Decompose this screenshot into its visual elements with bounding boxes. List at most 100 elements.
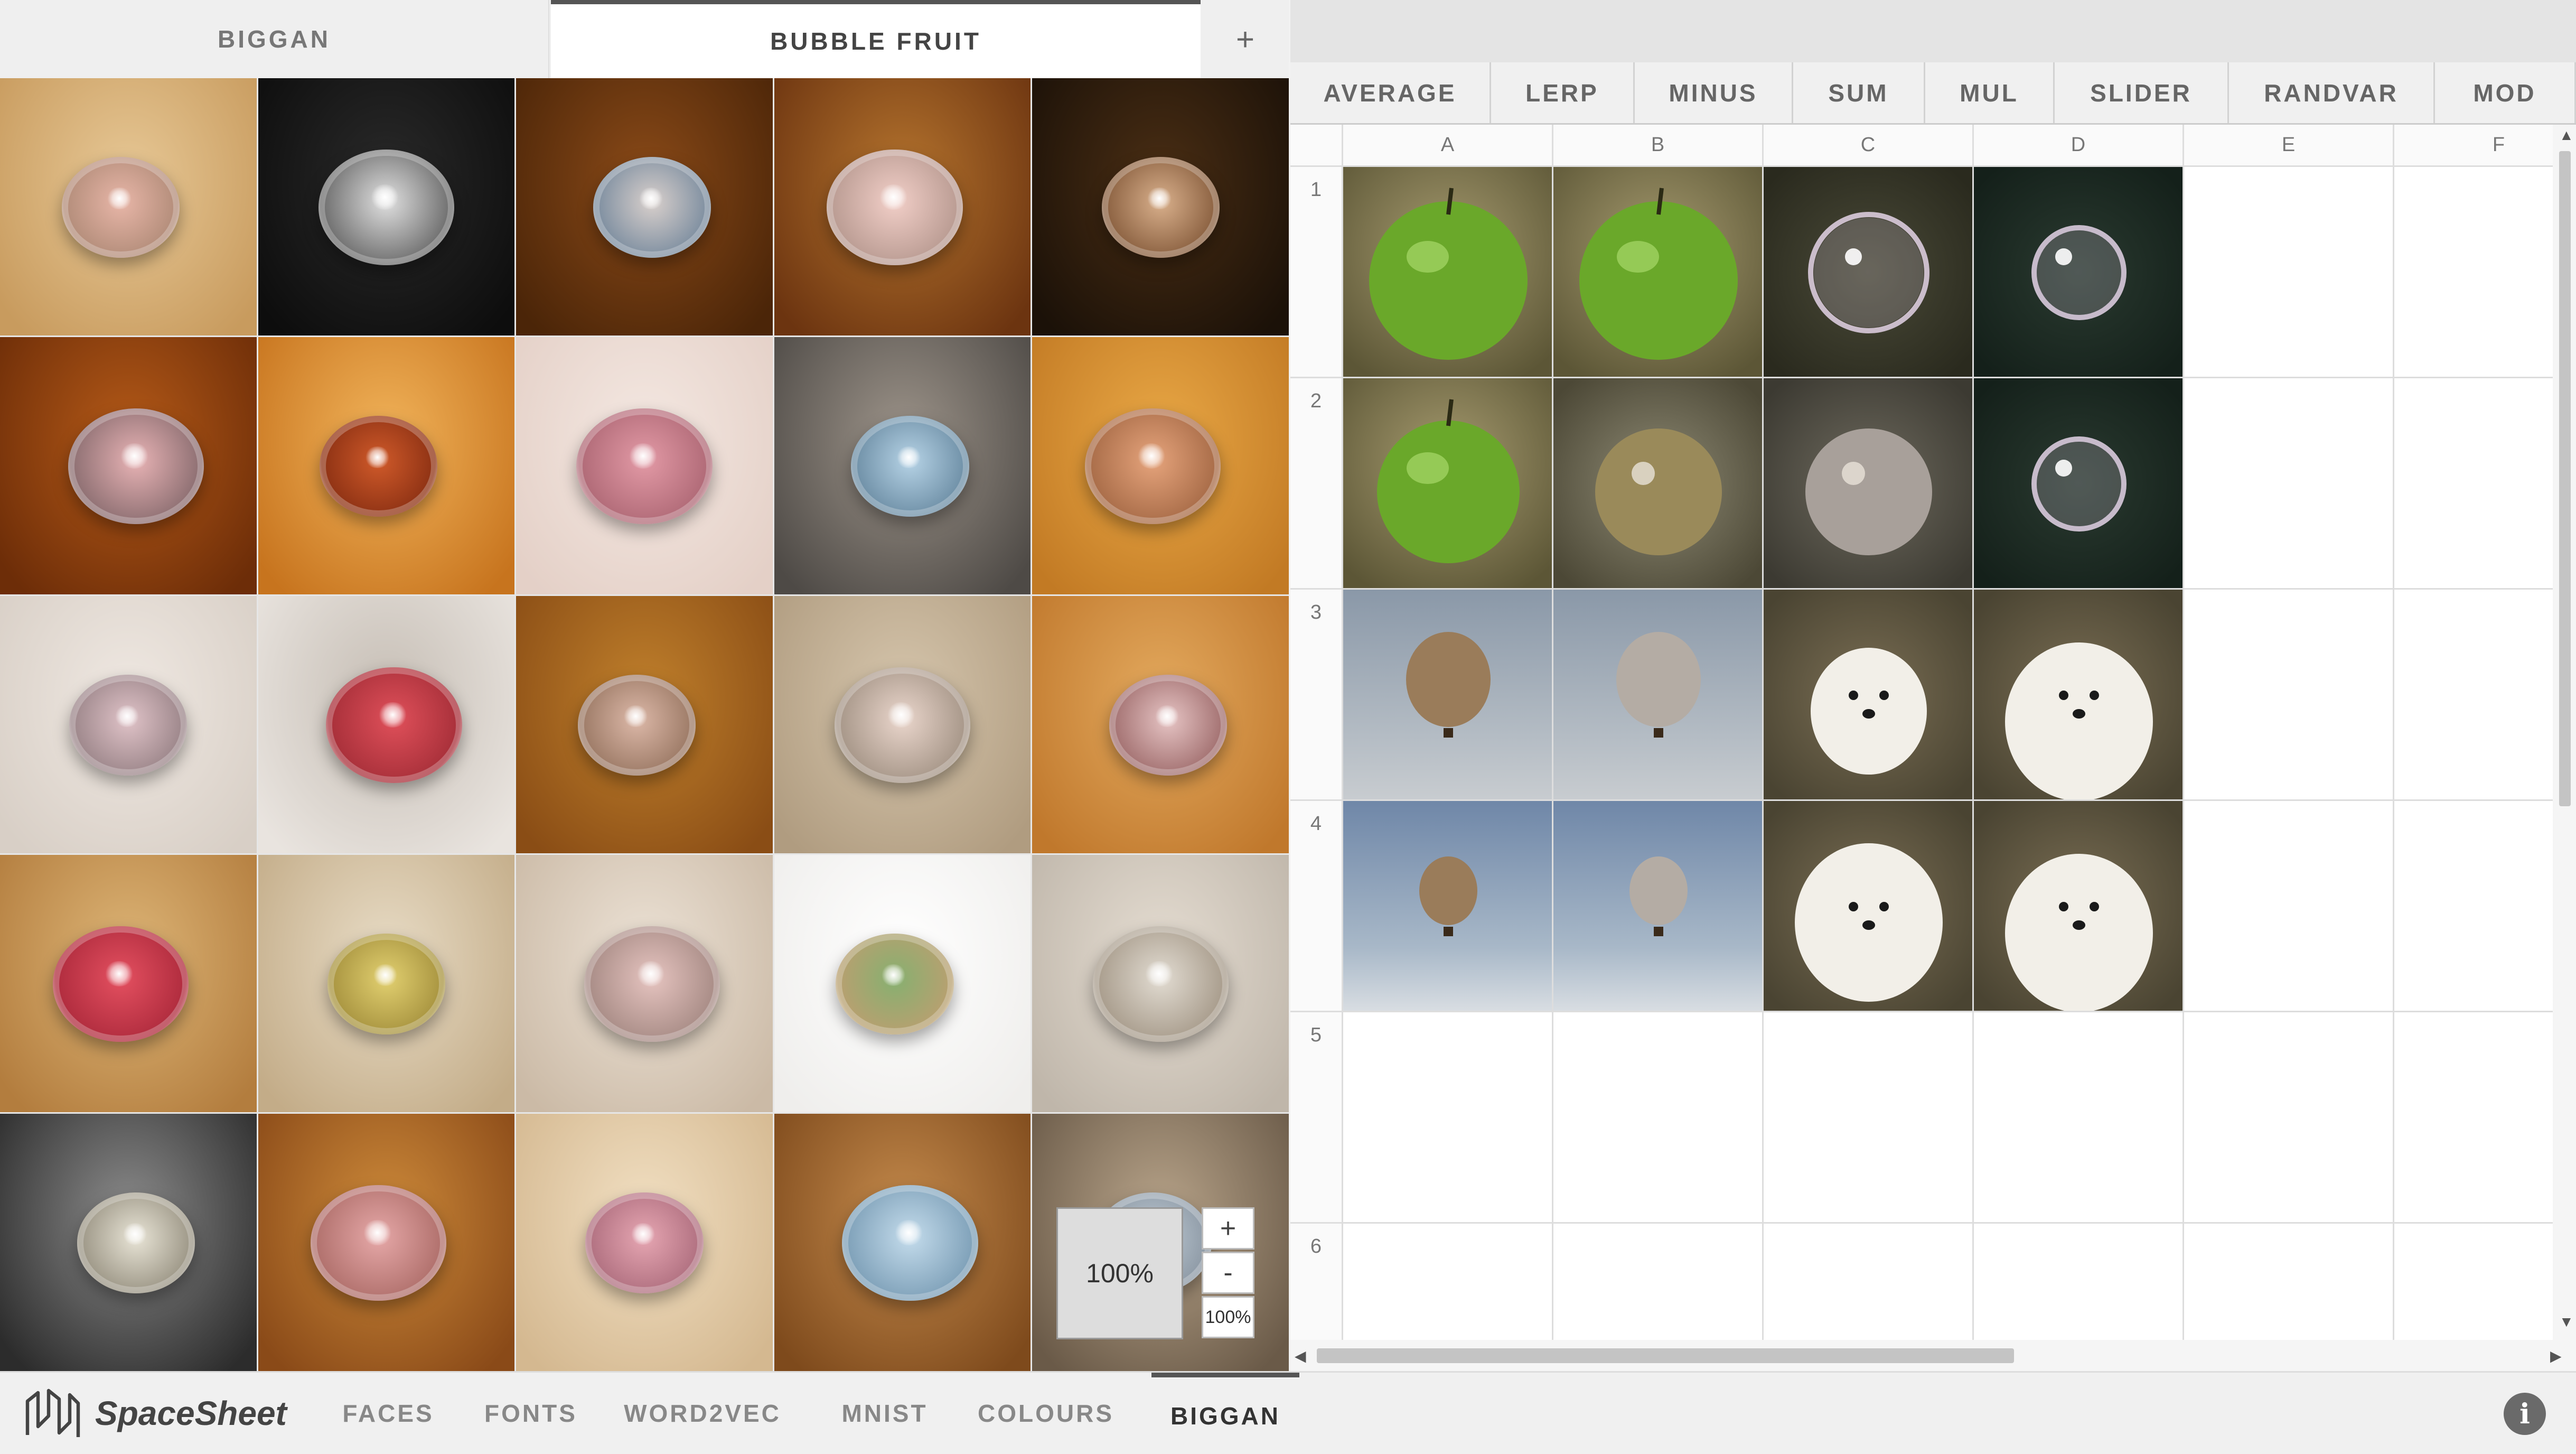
cell-a6[interactable] <box>1343 1224 1553 1340</box>
sample-image[interactable] <box>258 1114 515 1371</box>
operation-average[interactable]: AVERAGE <box>1290 62 1491 123</box>
nav-mnist[interactable]: MNIST <box>824 1373 945 1454</box>
operation-minus[interactable]: MINUS <box>1635 62 1793 123</box>
cell-a2[interactable] <box>1343 378 1553 590</box>
nav-word2vec[interactable]: WORD2VEC <box>613 1373 792 1454</box>
cell-f6[interactable] <box>2394 1224 2553 1340</box>
sample-image[interactable] <box>1032 855 1289 1112</box>
operation-mod[interactable]: MOD <box>2435 62 2576 123</box>
operation-sum[interactable]: SUM <box>1793 62 1925 123</box>
row-header-4[interactable]: 4 <box>1290 801 1343 1012</box>
scroll-left-icon[interactable]: ◀ <box>1295 1347 1306 1365</box>
row-header-5[interactable]: 5 <box>1290 1012 1343 1224</box>
cell-d4[interactable] <box>1974 801 2184 1012</box>
column-header-c[interactable]: C <box>1764 125 1974 167</box>
scroll-down-icon[interactable]: ▼ <box>2559 1313 2574 1330</box>
cell-d3[interactable] <box>1974 590 2184 801</box>
vertical-scroll-thumb[interactable] <box>2559 151 2571 806</box>
sample-image[interactable] <box>516 855 773 1112</box>
app-logo[interactable]: SpaceSheet <box>21 1384 287 1442</box>
sample-image[interactable] <box>774 596 1031 853</box>
sample-image[interactable] <box>0 78 257 335</box>
sample-image[interactable] <box>516 78 773 335</box>
operation-lerp[interactable]: LERP <box>1491 62 1635 123</box>
sample-image[interactable] <box>258 78 515 335</box>
sample-image[interactable] <box>774 855 1031 1112</box>
cell-a3[interactable] <box>1343 590 1553 801</box>
column-header-b[interactable]: B <box>1553 125 1764 167</box>
add-tab-button[interactable]: + <box>1204 0 1289 78</box>
sample-image[interactable] <box>774 78 1031 335</box>
zoom-in-button[interactable]: + <box>1202 1207 1254 1250</box>
row-header-6[interactable]: 6 <box>1290 1224 1343 1340</box>
cell-e6[interactable] <box>2184 1224 2394 1340</box>
nav-fonts[interactable]: FONTS <box>465 1373 597 1454</box>
vertical-scrollbar[interactable]: ▲ ▼ <box>2553 125 2576 1340</box>
cell-e4[interactable] <box>2184 801 2394 1012</box>
sample-image[interactable] <box>0 1114 257 1371</box>
cell-f4[interactable] <box>2394 801 2553 1012</box>
cell-c6[interactable] <box>1764 1224 1974 1340</box>
info-icon[interactable]: i <box>2504 1393 2546 1435</box>
cell-b4[interactable] <box>1553 801 1764 1012</box>
cell-f3[interactable] <box>2394 590 2553 801</box>
cell-a4[interactable] <box>1343 801 1553 1012</box>
sample-image[interactable] <box>1032 337 1289 594</box>
cell-b6[interactable] <box>1553 1224 1764 1340</box>
operation-randvar[interactable]: RANDVAR <box>2229 62 2435 123</box>
operation-mul[interactable]: MUL <box>1925 62 2055 123</box>
cell-d1[interactable] <box>1974 167 2184 378</box>
cell-f5[interactable] <box>2394 1012 2553 1224</box>
zoom-out-button[interactable]: - <box>1202 1252 1254 1294</box>
column-header-f[interactable]: F <box>2394 125 2553 167</box>
cell-b1[interactable] <box>1553 167 1764 378</box>
horizontal-scrollbar[interactable]: ◀ ▶ <box>1290 1340 2576 1371</box>
row-header-2[interactable]: 2 <box>1290 378 1343 590</box>
column-header-a[interactable]: A <box>1343 125 1553 167</box>
sample-image[interactable] <box>0 855 257 1112</box>
cell-c3[interactable] <box>1764 590 1974 801</box>
horizontal-scroll-thumb[interactable] <box>1317 1348 2014 1363</box>
sample-image[interactable] <box>258 855 515 1112</box>
cell-e5[interactable] <box>2184 1012 2394 1224</box>
column-header-e[interactable]: E <box>2184 125 2394 167</box>
sample-image[interactable] <box>1032 78 1289 335</box>
cell-d5[interactable] <box>1974 1012 2184 1224</box>
cell-d2[interactable] <box>1974 378 2184 590</box>
scroll-right-icon[interactable]: ▶ <box>2550 1347 2562 1365</box>
scroll-up-icon[interactable]: ▲ <box>2559 127 2574 144</box>
sample-image[interactable] <box>774 1114 1031 1371</box>
sample-image[interactable] <box>0 596 257 853</box>
row-header-1[interactable]: 1 <box>1290 167 1343 378</box>
cell-e3[interactable] <box>2184 590 2394 801</box>
cell-d6[interactable] <box>1974 1224 2184 1340</box>
cell-c5[interactable] <box>1764 1012 1974 1224</box>
nav-biggan[interactable]: BIGGAN <box>1151 1373 1299 1454</box>
cell-c2[interactable] <box>1764 378 1974 590</box>
cell-a1[interactable] <box>1343 167 1553 378</box>
cell-b5[interactable] <box>1553 1012 1764 1224</box>
cell-b3[interactable] <box>1553 590 1764 801</box>
cell-a5[interactable] <box>1343 1012 1553 1224</box>
sample-image[interactable] <box>258 596 515 853</box>
cell-f1[interactable] <box>2394 167 2553 378</box>
sample-image[interactable] <box>516 1114 773 1371</box>
sample-image[interactable] <box>258 337 515 594</box>
cell-f2[interactable] <box>2394 378 2553 590</box>
sample-image[interactable] <box>0 337 257 594</box>
sample-image[interactable] <box>516 337 773 594</box>
sample-image[interactable] <box>774 337 1031 594</box>
column-header-d[interactable]: D <box>1974 125 2184 167</box>
cell-e2[interactable] <box>2184 378 2394 590</box>
sample-image[interactable] <box>516 596 773 853</box>
cell-e1[interactable] <box>2184 167 2394 378</box>
nav-faces[interactable]: FACES <box>327 1373 449 1454</box>
sample-image[interactable] <box>1032 596 1289 853</box>
cell-c4[interactable] <box>1764 801 1974 1012</box>
tab-biggan[interactable]: BIGGAN <box>0 0 549 78</box>
row-header-3[interactable]: 3 <box>1290 590 1343 801</box>
nav-colours[interactable]: COLOURS <box>956 1373 1136 1454</box>
tab-bubble-fruit[interactable]: BUBBLE FRUIT <box>551 0 1201 78</box>
cell-b2[interactable] <box>1553 378 1764 590</box>
cell-c1[interactable] <box>1764 167 1974 378</box>
